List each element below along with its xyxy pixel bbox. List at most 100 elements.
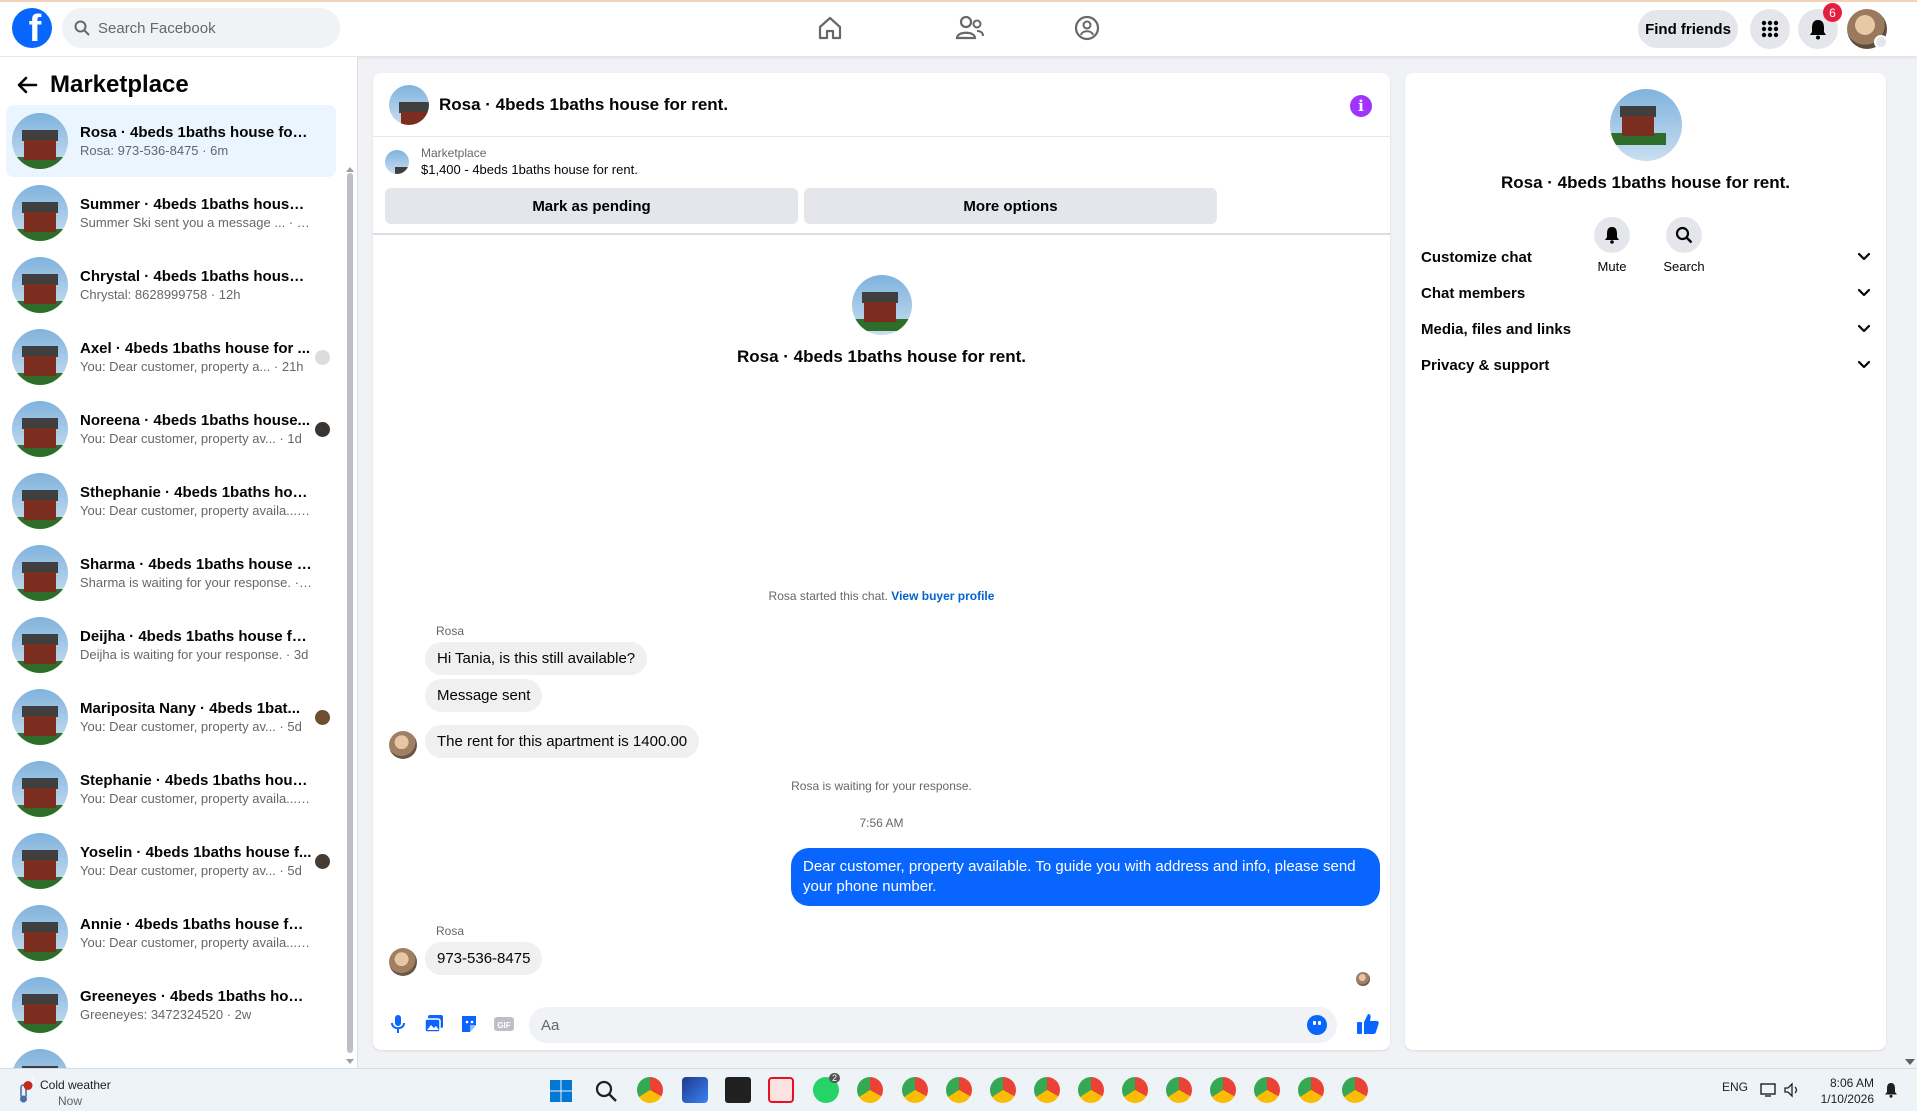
conversation-item[interactable]: Mariposita Nany · 4beds 1bat... You: Dear… <box>6 681 336 753</box>
listing-thumbnail <box>12 905 68 961</box>
more-options-button[interactable]: More options <box>804 188 1217 224</box>
app-icon[interactable] <box>682 1077 708 1103</box>
sidebar-scrollbar[interactable] <box>345 113 355 1064</box>
chat-title[interactable]: Rosa · 4beds 1baths house for rent. <box>439 95 728 115</box>
conversation-name: Mariposita Nany · 4beds 1bat... <box>80 700 301 717</box>
sidebar-title: Marketplace <box>50 71 189 98</box>
back-arrow-icon[interactable] <box>16 74 38 96</box>
conversation-item[interactable]: Annie · 4beds 1baths house for r... You: … <box>6 897 336 969</box>
start-windows-icon[interactable] <box>549 1079 573 1103</box>
conversation-item[interactable]: Yoselin · 4beds 1baths house f... You: De… <box>6 825 336 897</box>
conversation-item[interactable]: Axel · 4beds 1baths house for ... You: De… <box>6 321 336 393</box>
sender-avatar[interactable] <box>389 948 417 976</box>
chrome-icon[interactable] <box>637 1077 663 1103</box>
chat-hero: Rosa · 4beds 1baths house for rent. <box>373 275 1390 367</box>
chrome-profile-icon[interactable] <box>1034 1077 1060 1103</box>
chrome-profile-icon[interactable] <box>1122 1077 1148 1103</box>
top-navigation-bar: f Find friends 6 <box>0 0 1917 57</box>
friends-icon[interactable] <box>952 12 988 44</box>
groups-icon[interactable] <box>1069 12 1105 44</box>
chrome-profile-icon[interactable] <box>1342 1077 1368 1103</box>
home-icon[interactable] <box>812 12 848 44</box>
details-section-label: Privacy & support <box>1421 356 1550 374</box>
facebook-logo-glyph: f <box>28 8 42 48</box>
details-section-label: Media, files and links <box>1421 320 1572 338</box>
listing-thumbnail[interactable] <box>389 84 429 125</box>
listing-source-label: Marketplace <box>421 146 487 160</box>
microphone-icon[interactable] <box>387 1013 409 1035</box>
conversation-name: Axel · 4beds 1baths house for ... <box>80 340 311 357</box>
thumbs-up-icon[interactable] <box>1355 1011 1381 1037</box>
details-section-row[interactable]: Chat members <box>1421 275 1871 311</box>
facebook-logo[interactable]: f <box>12 8 52 48</box>
chat-details-panel: Rosa · 4beds 1baths house for rent. Mute… <box>1405 73 1886 1050</box>
chrome-profile-icon[interactable] <box>1166 1077 1192 1103</box>
menu-grid-icon[interactable] <box>1750 9 1790 49</box>
system-clock[interactable]: 8:06 AM 1/10/2026 <box>1812 1075 1874 1107</box>
conversation-item[interactable]: Chrystal · 4beds 1baths house fo... Chrys… <box>6 249 336 321</box>
find-friends-button[interactable]: Find friends <box>1638 10 1738 48</box>
chrome-profile-icon[interactable] <box>902 1077 928 1103</box>
conversation-item[interactable]: Stephanie · 4beds 1baths house ... You: D… <box>6 753 336 825</box>
chrome-profile-icon[interactable] <box>1254 1077 1280 1103</box>
conversation-item[interactable]: Noreena · 4beds 1baths house... You: Dear… <box>6 393 336 465</box>
chrome-profile-icon[interactable] <box>946 1077 972 1103</box>
conversation-item[interactable]: Rosa · 4beds 1baths house for re... Rosa:… <box>6 105 336 177</box>
sticker-icon[interactable] <box>458 1013 480 1035</box>
listing-thumbnail <box>12 545 68 601</box>
facebook-search-box[interactable] <box>62 8 340 48</box>
conversation-name: Sharma · 4beds 1baths house for... <box>80 556 312 573</box>
chat-header: Rosa · 4beds 1baths house for rent. i <box>373 73 1390 137</box>
chrome-profile-icon[interactable] <box>1298 1077 1324 1103</box>
snipping-tool-icon[interactable] <box>768 1077 794 1103</box>
conversation-item[interactable]: Sthephanie · 4beds 1baths hous... You: De… <box>6 465 336 537</box>
hero-listing-image <box>851 275 912 335</box>
volume-icon[interactable] <box>1784 1082 1800 1098</box>
sidebar-scrollbar-thumb[interactable] <box>347 173 353 1053</box>
conversation-item[interactable]: Sharma · 4beds 1baths house for... Sharma… <box>6 537 336 609</box>
conversation-item[interactable]: Baddie · 4beds 1baths house for... <box>6 1041 336 1068</box>
view-buyer-profile-link[interactable]: View buyer profile <box>891 589 994 603</box>
sender-avatar[interactable] <box>389 731 417 759</box>
details-section-row[interactable]: Privacy & support <box>1421 347 1871 383</box>
chrome-profile-icon[interactable] <box>1210 1077 1236 1103</box>
outgoing-message[interactable]: Dear customer, property available. To gu… <box>791 848 1380 906</box>
sticky-notes-icon[interactable] <box>725 1077 751 1103</box>
chrome-profile-icon[interactable] <box>990 1077 1016 1103</box>
chrome-profile-icon[interactable] <box>1078 1077 1104 1103</box>
chat-started-note: Rosa started this chat. View buyer profi… <box>373 589 1390 603</box>
mark-as-pending-button[interactable]: Mark as pending <box>385 188 798 224</box>
notification-center-bell-icon[interactable] <box>1884 1082 1898 1098</box>
conversation-name: Noreena · 4beds 1baths house... <box>80 412 311 429</box>
conversation-item[interactable]: Greeneyes · 4beds 1baths house ... Greene… <box>6 969 336 1041</box>
account-chevron-icon[interactable] <box>1874 35 1888 49</box>
chevron-down-icon <box>1857 288 1871 297</box>
conversation-item[interactable]: Summer · 4beds 1baths house fo... Summer … <box>6 177 336 249</box>
incoming-message[interactable]: Hi Tania, is this still available? <box>425 642 648 675</box>
page-scrollbar[interactable] <box>1903 57 1917 1068</box>
gif-icon[interactable]: GIF <box>493 1013 515 1035</box>
message-input-box[interactable] <box>529 1007 1337 1043</box>
taskbar-search-icon[interactable] <box>594 1079 618 1103</box>
details-section-row[interactable]: Media, files and links <box>1421 311 1871 347</box>
network-icon[interactable] <box>1760 1082 1778 1098</box>
incoming-message[interactable]: 973-536-8475 <box>425 942 543 975</box>
emoji-icon[interactable] <box>1307 1015 1327 1035</box>
conversation-name: Sthephanie · 4beds 1baths hous... <box>80 484 312 501</box>
info-icon[interactable]: i <box>1350 95 1372 117</box>
incoming-message[interactable]: The rent for this apartment is 1400.00 <box>425 725 700 758</box>
weather-widget[interactable]: Cold weather Now 1 <box>14 1076 111 1109</box>
listing-summary[interactable]: Marketplace $1,400 - 4beds 1baths house … <box>385 146 638 177</box>
details-listing-image[interactable] <box>1609 89 1682 161</box>
marketplace-sidebar: Marketplace Rosa · 4beds 1baths house fo… <box>0 57 358 1068</box>
photo-icon[interactable] <box>423 1013 445 1035</box>
conversation-item[interactable]: Deijha · 4beds 1baths house for ... Deijh… <box>6 609 336 681</box>
search-input[interactable] <box>98 19 318 37</box>
chat-started-text: Rosa started this chat. <box>768 589 888 603</box>
chrome-profile-icon[interactable] <box>857 1077 883 1103</box>
listing-thumbnail <box>12 617 68 673</box>
incoming-message[interactable]: Message sent <box>425 679 543 712</box>
details-section-row[interactable]: Customize chat <box>1421 239 1871 275</box>
message-input[interactable] <box>541 1016 1301 1034</box>
language-indicator[interactable]: ENG <box>1722 1080 1748 1094</box>
